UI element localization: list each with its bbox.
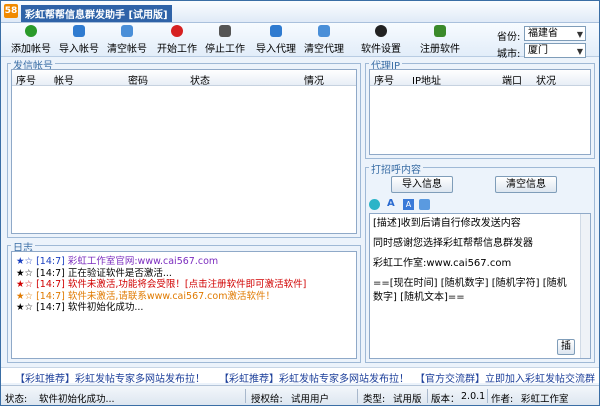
accounts-list[interactable]: 序号 帐号 密码 状态 情况	[11, 69, 357, 234]
font-icon[interactable]: A	[387, 198, 395, 209]
accounts-list-header: 序号 帐号 密码 状态 情况	[12, 70, 356, 87]
status-divider	[487, 389, 488, 403]
title-bar: 58 彩虹帮帮信息群发助手 [试用版]	[1, 1, 599, 23]
register-software-button[interactable]: 注册软件	[415, 25, 465, 55]
auth-value: 试用用户	[291, 394, 330, 405]
type-label: 类型:	[363, 394, 386, 405]
star-icon: ★☆	[16, 256, 34, 267]
column-header[interactable]: 状态	[190, 72, 210, 87]
log-line: ★☆ [14:7] 软件未激活,功能将会受限！[点击注册软件即可激活软件]	[16, 279, 307, 290]
column-header[interactable]: 状况	[536, 72, 556, 87]
star-icon: ★☆	[16, 290, 34, 302]
promo-link[interactable]: 【彩虹推荐】彩虹发帖专家多网站发布拉！	[219, 370, 409, 385]
import-account-button[interactable]: 导入帐号	[57, 25, 101, 55]
import-message-button[interactable]: 导入信息	[391, 176, 453, 193]
promo-links-bar: 【彩虹推荐】彩虹发帖专家多网站发布拉！ 【彩虹推荐】彩虹发帖专家多网站发布拉！ …	[1, 367, 599, 396]
import-icon	[73, 25, 85, 37]
import-proxy-button[interactable]: 导入代理	[254, 25, 298, 55]
column-header[interactable]: 序号	[16, 72, 36, 87]
status-divider	[427, 389, 428, 403]
status-divider	[357, 389, 358, 403]
log-line: ★☆ [14:7] 正在验证软件是否激活...	[16, 267, 172, 279]
stop-work-button[interactable]: 停止工作	[203, 25, 247, 55]
start-work-button[interactable]: 开始工作	[155, 25, 199, 55]
province-label: 省份:	[497, 32, 521, 43]
column-header[interactable]: IP地址	[412, 72, 441, 87]
key-icon	[434, 25, 446, 37]
status-label: 状态:	[5, 394, 28, 405]
clear-account-button[interactable]: 清空帐号	[105, 25, 149, 55]
message-scrollbar[interactable]	[580, 214, 590, 358]
clock-icon[interactable]	[369, 199, 380, 210]
log-line: ★☆ [14:7] 软件未激活,请联系www.cai567.com激活软件！	[16, 290, 275, 302]
message-line: 彩虹工作室:www.cai567.com	[373, 258, 512, 269]
city-select[interactable]: 厦门	[524, 43, 586, 58]
proxy-list[interactable]: 序号 IP地址 端口 状况	[369, 69, 591, 155]
log-line: ★☆ [14:7] 软件初始化成功...	[16, 302, 144, 313]
log-panel[interactable]: ★☆ [14:7] 彩虹工作室官网:www.cai567.com ★☆ [14:…	[11, 251, 357, 359]
promo-link[interactable]: 【彩虹推荐】彩虹发帖专家多网站发布拉！	[15, 370, 205, 385]
column-header[interactable]: 情况	[304, 72, 324, 87]
log-line: ★☆ [14:7] 彩虹工作室官网:www.cai567.com	[16, 256, 219, 267]
import-proxy-icon	[270, 25, 282, 37]
type-value: 试用版	[393, 394, 422, 405]
column-header[interactable]: 密码	[128, 72, 148, 87]
app-logo: 58	[4, 4, 18, 18]
status-divider	[245, 389, 246, 403]
greeting-message-editor[interactable]: [描述]收到后请自行修改发送内容 同时感谢您选择彩虹帮帮信息群发器 彩虹工作室:…	[369, 213, 591, 359]
greeting-group-title: 打招呼内容	[369, 161, 423, 176]
clear-proxy-button[interactable]: 清空代理	[302, 25, 346, 55]
status-bar: 状态: 软件初始化成功... 授权给: 试用用户 类型: 试用版 版本： 2.0…	[1, 385, 599, 405]
column-header[interactable]: 端口	[502, 72, 522, 87]
add-account-button[interactable]: 添加帐号	[9, 25, 53, 55]
author-value: 彩虹工作室	[521, 394, 569, 405]
font-color-icon[interactable]: A	[403, 199, 414, 210]
app-window: 58 彩虹帮帮信息群发助手 [试用版] 添加帐号 导入帐号 清空帐号 开始工作 …	[0, 0, 600, 406]
clear-proxy-icon	[318, 25, 330, 37]
message-line: ==[现在时间] [随机数字] [随机字符] [随机数字] [随机文本]==	[373, 278, 567, 303]
star-icon: ★☆	[16, 267, 34, 279]
version-label: 版本：	[431, 394, 460, 405]
star-icon: ★☆	[16, 302, 34, 313]
version-value: 2.0.1	[461, 391, 486, 402]
message-line: [描述]收到后请自行修改发送内容	[373, 218, 521, 229]
province-select[interactable]: 福建省	[524, 26, 586, 41]
message-line: 同时感谢您选择彩虹帮帮信息群发器	[373, 238, 533, 249]
author-label: 作者:	[491, 394, 514, 405]
column-header[interactable]: 帐号	[54, 72, 74, 87]
proxy-list-header: 序号 IP地址 端口 状况	[370, 70, 590, 87]
info-icon	[375, 25, 387, 37]
column-header[interactable]: 序号	[374, 72, 394, 87]
toolbar: 添加帐号 导入帐号 清空帐号 开始工作 停止工作 导入代理 清空代理 软件设置	[1, 23, 599, 60]
auth-label: 授权给:	[251, 394, 283, 405]
insert-icon[interactable]	[419, 199, 430, 210]
insert-button[interactable]: 插	[557, 339, 575, 355]
stop-icon	[219, 25, 231, 37]
format-toolbar: A A	[369, 198, 449, 211]
window-title: 彩虹帮帮信息群发助手 [试用版]	[21, 5, 172, 22]
status-value: 软件初始化成功...	[39, 394, 115, 405]
add-icon	[25, 25, 37, 37]
software-settings-button[interactable]: 软件设置	[356, 25, 406, 55]
clear-message-button[interactable]: 清空信息	[495, 176, 557, 193]
play-icon	[171, 25, 183, 37]
clear-icon	[121, 25, 133, 37]
star-icon: ★☆	[16, 279, 34, 290]
city-label: 城市:	[497, 49, 521, 60]
